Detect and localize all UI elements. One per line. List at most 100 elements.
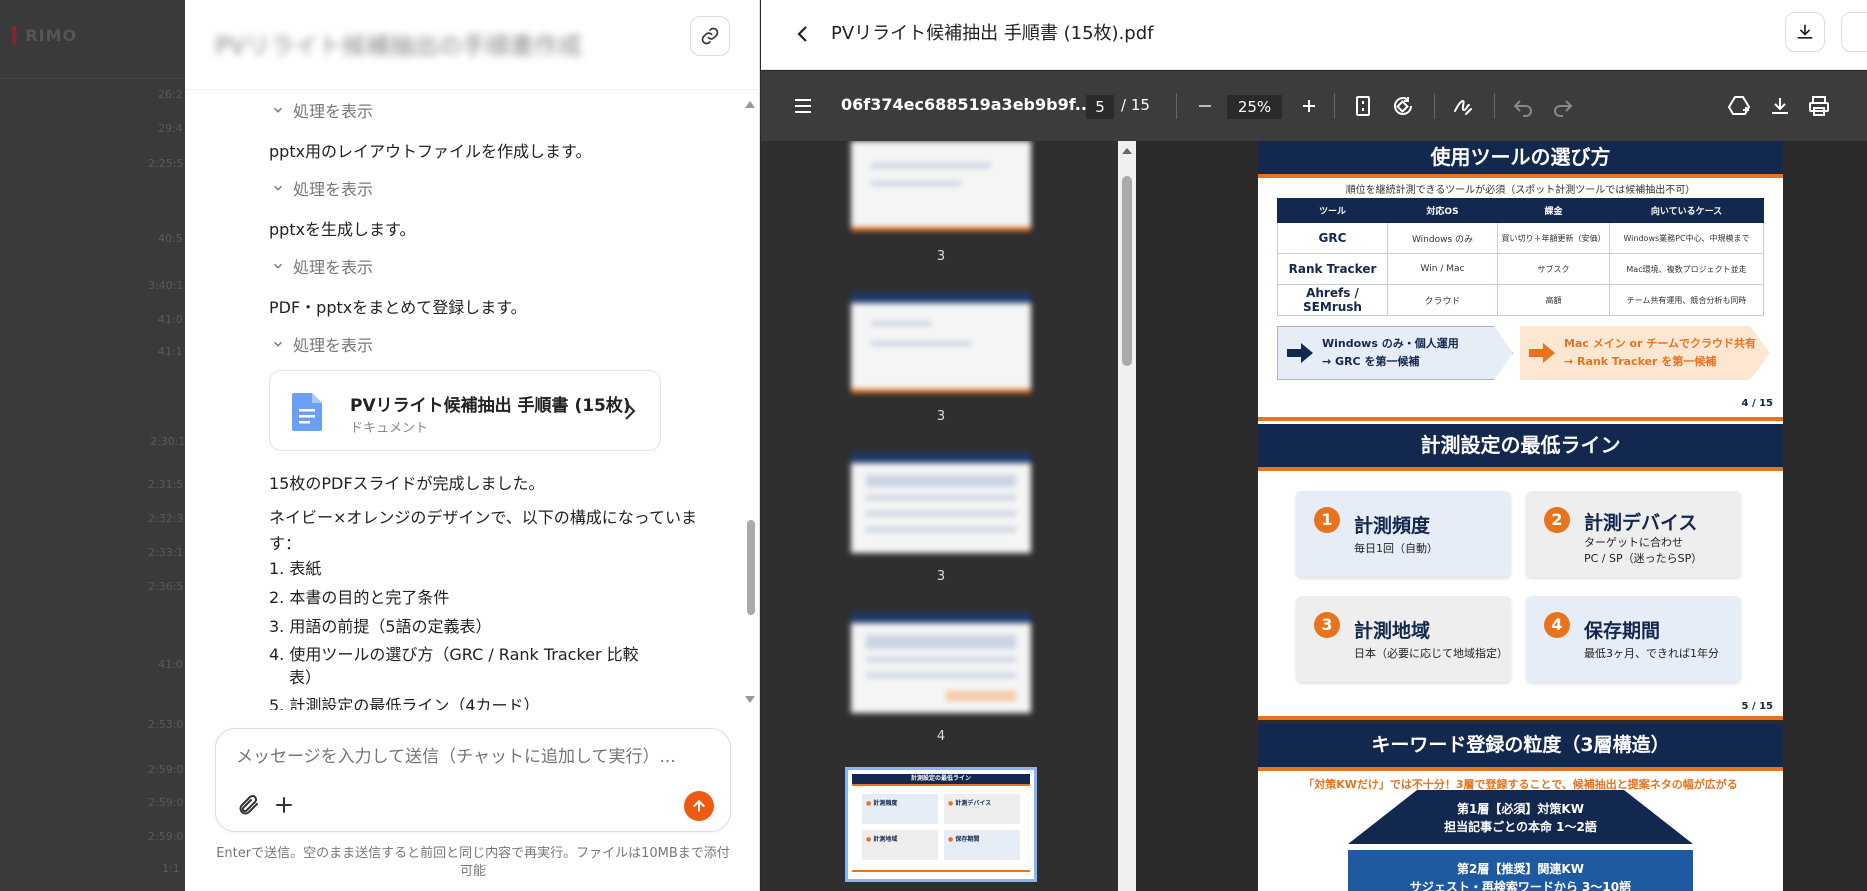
table-cell: チーム共有運用、競合分析も同時 — [1609, 284, 1764, 316]
pyramid-layer-2: 第2層【推奨】関連KW サジェスト・再検索ワードから 3〜10語 — [1348, 850, 1693, 891]
slide-page-number: 4 / 15 — [1741, 398, 1774, 409]
timestamp: 3:40:1 — [148, 279, 184, 292]
page-thumbnail[interactable] — [851, 293, 1031, 393]
slide-orange-rule — [1258, 467, 1783, 471]
card-number: 2 — [1544, 507, 1570, 533]
card-detail: 毎日1回（自動） — [1354, 542, 1438, 555]
pdf-title: PVリライト候補抽出 手順書 (15枚).pdf — [831, 23, 1154, 44]
chevron-right-icon — [625, 402, 636, 420]
chevron-down-icon — [273, 185, 283, 191]
chat-panel: PVリライト候補抽出の手順書作成 処理を表示 pptx用のレイアウトファイルを作… — [185, 0, 760, 891]
cta-mac: Mac メイン or チームでクラウド共有 → Rank Tracker を第一候… — [1520, 326, 1770, 380]
download-icon[interactable] — [1768, 94, 1792, 118]
page-total: / 15 — [1121, 96, 1150, 114]
page-thumbnail[interactable] — [851, 613, 1031, 713]
table-cell: Mac環境、複数プロジェクト並走 — [1609, 253, 1764, 285]
thumb-orange-rule — [852, 784, 1030, 786]
table-cell: Ahrefs / SEMrush — [1277, 284, 1388, 316]
download-button[interactable] — [1785, 12, 1825, 52]
timestamp: 2:33:1 — [148, 546, 184, 559]
settings-card: 2 計測デバイス ターゲットに合わせ PC / SP（迷ったらSP） — [1526, 491, 1741, 577]
slide-orange-rule — [1258, 716, 1783, 720]
assistant-message: ネイビー×オレンジのデザインで、以下の構成になっていま — [269, 508, 697, 527]
cta-windows: Windows のみ・個人運用 → GRC を第一候補 — [1277, 326, 1513, 380]
print-icon[interactable] — [1807, 94, 1831, 118]
scrollbar-thumb[interactable] — [1122, 176, 1132, 366]
thumbnail-label: 4 — [936, 729, 946, 744]
table-row: GRC Windows のみ 買い切り＋年額更新（安価） Windows業務PC… — [1277, 222, 1764, 254]
thumbnail-label: 3 — [936, 409, 946, 424]
show-process-toggle[interactable]: 処理を表示 — [271, 254, 373, 278]
chat-scrollbar[interactable] — [745, 100, 755, 710]
input-hint: Enterで送信。空のまま送信すると前回と同じ内容で再実行。ファイルは10MBま… — [216, 846, 730, 879]
show-process-toggle[interactable]: 処理を表示 — [271, 176, 373, 200]
assistant-message: pptx用のレイアウトファイルを作成します。 — [269, 142, 592, 161]
rotate-icon[interactable] — [1391, 94, 1415, 118]
list-item: 2. 本書の目的と完了条件 — [269, 588, 450, 607]
chat-messages: 処理を表示 pptx用のレイアウトファイルを作成します。 処理を表示 pptxを… — [185, 90, 745, 710]
zoom-out-icon[interactable] — [1193, 94, 1217, 118]
menu-icon[interactable] — [791, 94, 815, 118]
table-header: 課金 — [1497, 198, 1610, 223]
timestamp: 41:1 — [158, 345, 183, 358]
show-process-toggle[interactable]: 処理を表示 — [271, 332, 373, 356]
page-thumbnail[interactable] — [851, 141, 1031, 231]
annotate-icon[interactable] — [1451, 94, 1475, 118]
scrollbar-thumb[interactable] — [747, 520, 755, 615]
page-number-input[interactable]: 5 — [1086, 95, 1114, 119]
slide-orange-rule — [1258, 174, 1783, 178]
arrow-up-icon — [693, 799, 705, 812]
page-thumbnail-active[interactable]: 計測設定の最低ライン ● 計測頻度 ● 計測デバイス ● 計測地域 ● 保存期間 — [845, 767, 1037, 882]
timestamp: 2:59:0 — [148, 796, 184, 809]
timestamp: 2:36:5 — [148, 580, 184, 593]
download-icon — [1797, 24, 1813, 39]
slide-orange-rule — [1258, 417, 1783, 421]
chat-title: PVリライト候補抽出の手順書作成 — [215, 32, 582, 60]
table-cell: 高額 — [1497, 284, 1610, 316]
undo-icon[interactable] — [1511, 94, 1535, 118]
thumb-title: 計測設定の最低ライン — [852, 774, 1030, 784]
tool-comparison-table: ツール 対応OS 課金 向いているケース GRC Windows のみ 買い切り… — [1277, 198, 1764, 316]
table-cell: クラウド — [1387, 284, 1498, 316]
divider — [1334, 93, 1335, 119]
timestamp: 40:5 — [158, 232, 183, 245]
arrow-right-icon — [1287, 343, 1313, 363]
divider — [1176, 93, 1177, 119]
more-button[interactable] — [1841, 12, 1867, 52]
list-item: 1. 表紙 — [269, 559, 322, 578]
fit-page-icon[interactable] — [1351, 94, 1375, 118]
save-to-drive-icon[interactable] — [1727, 94, 1751, 118]
message-input[interactable] — [236, 747, 706, 767]
table-row: Rank Tracker Win / Mac サブスク Mac環境、複数プロジェ… — [1277, 253, 1764, 285]
redo-icon[interactable] — [1551, 94, 1575, 118]
toolbar-filename: 06f374ec688519a3eb9b9f... — [841, 95, 1094, 114]
card-number: 3 — [1314, 612, 1340, 638]
chevron-down-icon — [273, 263, 283, 269]
table-cell: Win / Mac — [1387, 253, 1498, 285]
page-thumbnail[interactable] — [851, 453, 1031, 553]
table-cell: Rank Tracker — [1277, 253, 1388, 285]
plus-icon[interactable] — [272, 793, 296, 817]
zoom-in-icon[interactable] — [1297, 94, 1321, 118]
zoom-level[interactable]: 25% — [1227, 95, 1282, 119]
table-cell: サブスク — [1497, 253, 1610, 285]
scroll-up-icon — [745, 101, 755, 108]
card-detail: 最低3ヶ月、できれば1年分 — [1584, 647, 1719, 660]
pdf-header: PVリライト候補抽出 手順書 (15枚).pdf — [761, 0, 1867, 70]
card-number: 1 — [1314, 507, 1340, 533]
document-card[interactable]: PVリライト候補抽出 手順書 (15枚) ドキュメント — [269, 370, 661, 451]
slide-subtitle: 「対策KWだけ」では不十分！3層で登録することで、候補抽出と提案ネタの幅が広がる — [1303, 778, 1738, 791]
send-button[interactable] — [684, 791, 714, 821]
card-title: 計測頻度 — [1354, 515, 1431, 537]
timestamp: 2:59:0 — [148, 830, 184, 843]
table-cell: 買い切り＋年額更新（安価） — [1497, 222, 1610, 254]
table-header: 向いているケース — [1609, 198, 1764, 223]
thumbnail-scrollbar[interactable] — [1118, 141, 1136, 891]
thumb-card: ● 計測デバイス — [944, 794, 1020, 824]
paperclip-icon[interactable] — [236, 793, 260, 817]
show-process-toggle[interactable]: 処理を表示 — [271, 98, 373, 122]
divider — [1494, 93, 1495, 119]
chevron-left-icon[interactable] — [791, 22, 815, 46]
share-link-button[interactable] — [690, 16, 730, 56]
timestamp: 2:53:0 — [148, 718, 184, 731]
